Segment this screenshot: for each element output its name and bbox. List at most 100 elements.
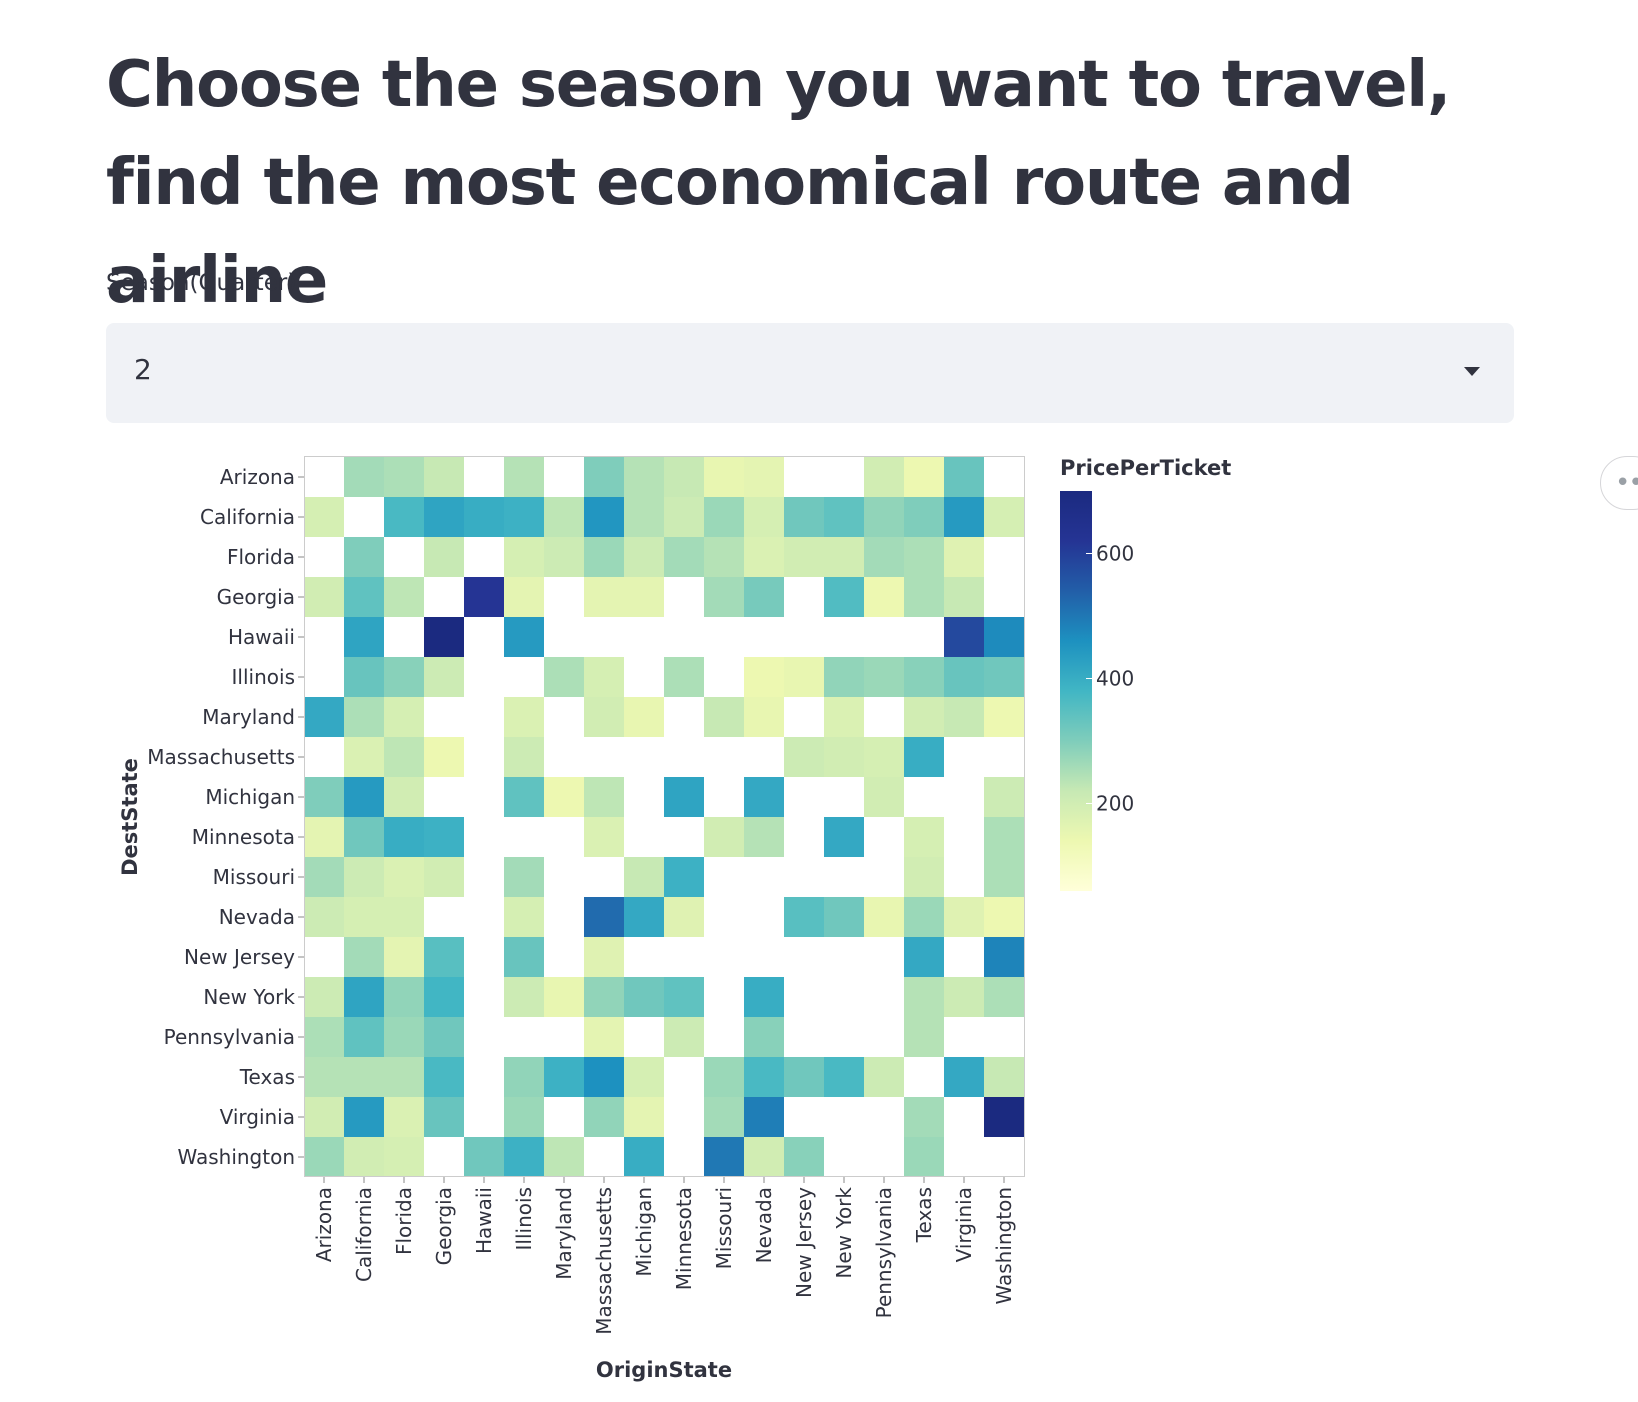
heatmap-cell [944,577,984,617]
heatmap-cell [504,857,544,897]
y-tick-label-pennsylvania: Pennsylvania [164,1025,295,1049]
heatmap-cell [904,457,944,497]
heatmap-cell [384,737,424,777]
heatmap-cell [544,1137,584,1177]
x-tick-label-minnesota: Minnesota [672,1187,696,1290]
heatmap-cell [584,577,624,617]
heatmap-cell [744,697,784,737]
heatmap-cells [304,457,1024,1177]
heatmap-cell [704,537,744,577]
heatmap-cell [744,577,784,617]
heatmap-cell [504,977,544,1017]
y-tick-label-texas: Texas [239,1065,295,1089]
x-tick-label-california: California [352,1187,376,1282]
x-tick-label-maryland: Maryland [552,1187,576,1280]
heatmap-cell [904,817,944,857]
x-tick-label-pennsylvania: Pennsylvania [872,1187,896,1318]
heatmap-cell [384,937,424,977]
y-tick-label-california: California [200,505,295,529]
heatmap-cell [744,537,784,577]
heatmap-cell [984,897,1024,937]
heatmap-cell [384,1137,424,1177]
heatmap-cell [584,897,624,937]
heatmap-cell [984,977,1024,1017]
heatmap-cell [784,1137,824,1177]
x-tick-label-michigan: Michigan [632,1187,656,1277]
y-axis: Arizona California Florida Georgia Hawaii Ill… [147,465,304,1169]
heatmap-cell [344,977,384,1017]
heatmap-cell [984,497,1024,537]
heatmap-cell [424,817,464,857]
heatmap-cell [984,817,1024,857]
legend-tick-label: 600 [1096,542,1134,566]
heatmap-cell [344,457,384,497]
heatmap-cell [464,1137,504,1177]
heatmap-cell [344,657,384,697]
heatmap-cell [584,977,624,1017]
heatmap-cell [904,857,944,897]
heatmap-cell [344,1017,384,1057]
heatmap-cell [904,937,944,977]
heatmap-cell [944,657,984,697]
heatmap-cell [664,857,704,897]
heatmap-cell [744,1057,784,1097]
heatmap-cell [584,537,624,577]
y-tick-label-hawaii: Hawaii [228,625,295,649]
heatmap-cell [864,577,904,617]
x-tick-label-texas: Texas [912,1187,936,1243]
y-tick-label-virginia: Virginia [220,1105,295,1129]
heatmap-cell [864,657,904,697]
heatmap-cell [624,1097,664,1137]
heatmap-cell [744,657,784,697]
heatmap-cell [864,777,904,817]
heatmap-cell [544,1057,584,1097]
heatmap-cell [984,1097,1024,1137]
heatmap-cell [504,697,544,737]
heatmap-cell [664,457,704,497]
heatmap-cell [664,897,704,937]
heatmap-cell [384,1097,424,1137]
heatmap-cell [464,497,504,537]
heatmap-cell [544,497,584,537]
heatmap-cell [504,457,544,497]
heatmap-cell [584,1057,624,1097]
heatmap-cell [344,857,384,897]
heatmap-cell [664,777,704,817]
heatmap-cell [664,537,704,577]
heatmap-cell [424,1097,464,1137]
heatmap-cell [624,497,664,537]
heatmap-cell [744,1097,784,1137]
heatmap-cell [944,617,984,657]
heatmap-cell [704,697,744,737]
heatmap-cell [624,697,664,737]
heatmap-cell [784,737,824,777]
heatmap-cell [384,817,424,857]
heatmap-cell [504,777,544,817]
y-tick-label-georgia: Georgia [217,585,295,609]
heatmap-cell [304,897,344,937]
heatmap-cell [344,1097,384,1137]
heatmap-cell [824,737,864,777]
heatmap-cell [344,897,384,937]
heatmap-cell [384,657,424,697]
heatmap-cell [784,537,824,577]
heatmap-cell [904,497,944,537]
heatmap-cell [824,817,864,857]
heatmap-cell [304,697,344,737]
heatmap-cell [384,577,424,617]
heatmap-cell [904,897,944,937]
heatmap-cell [904,577,944,617]
heatmap-cell [664,497,704,537]
heatmap-cell [424,977,464,1017]
heatmap-cell [384,1017,424,1057]
heatmap-cell [384,857,424,897]
heatmap-cell [624,537,664,577]
heatmap-cell [584,457,624,497]
legend-tick-label: 200 [1096,792,1134,816]
heatmap-cell [744,777,784,817]
heatmap-cell [784,497,824,537]
heatmap-cell [424,457,464,497]
y-tick-label-missouri: Missouri [213,865,295,889]
color-legend: PricePerTicket 200 400 600 [1060,456,1231,891]
heatmap-cell [304,1137,344,1177]
